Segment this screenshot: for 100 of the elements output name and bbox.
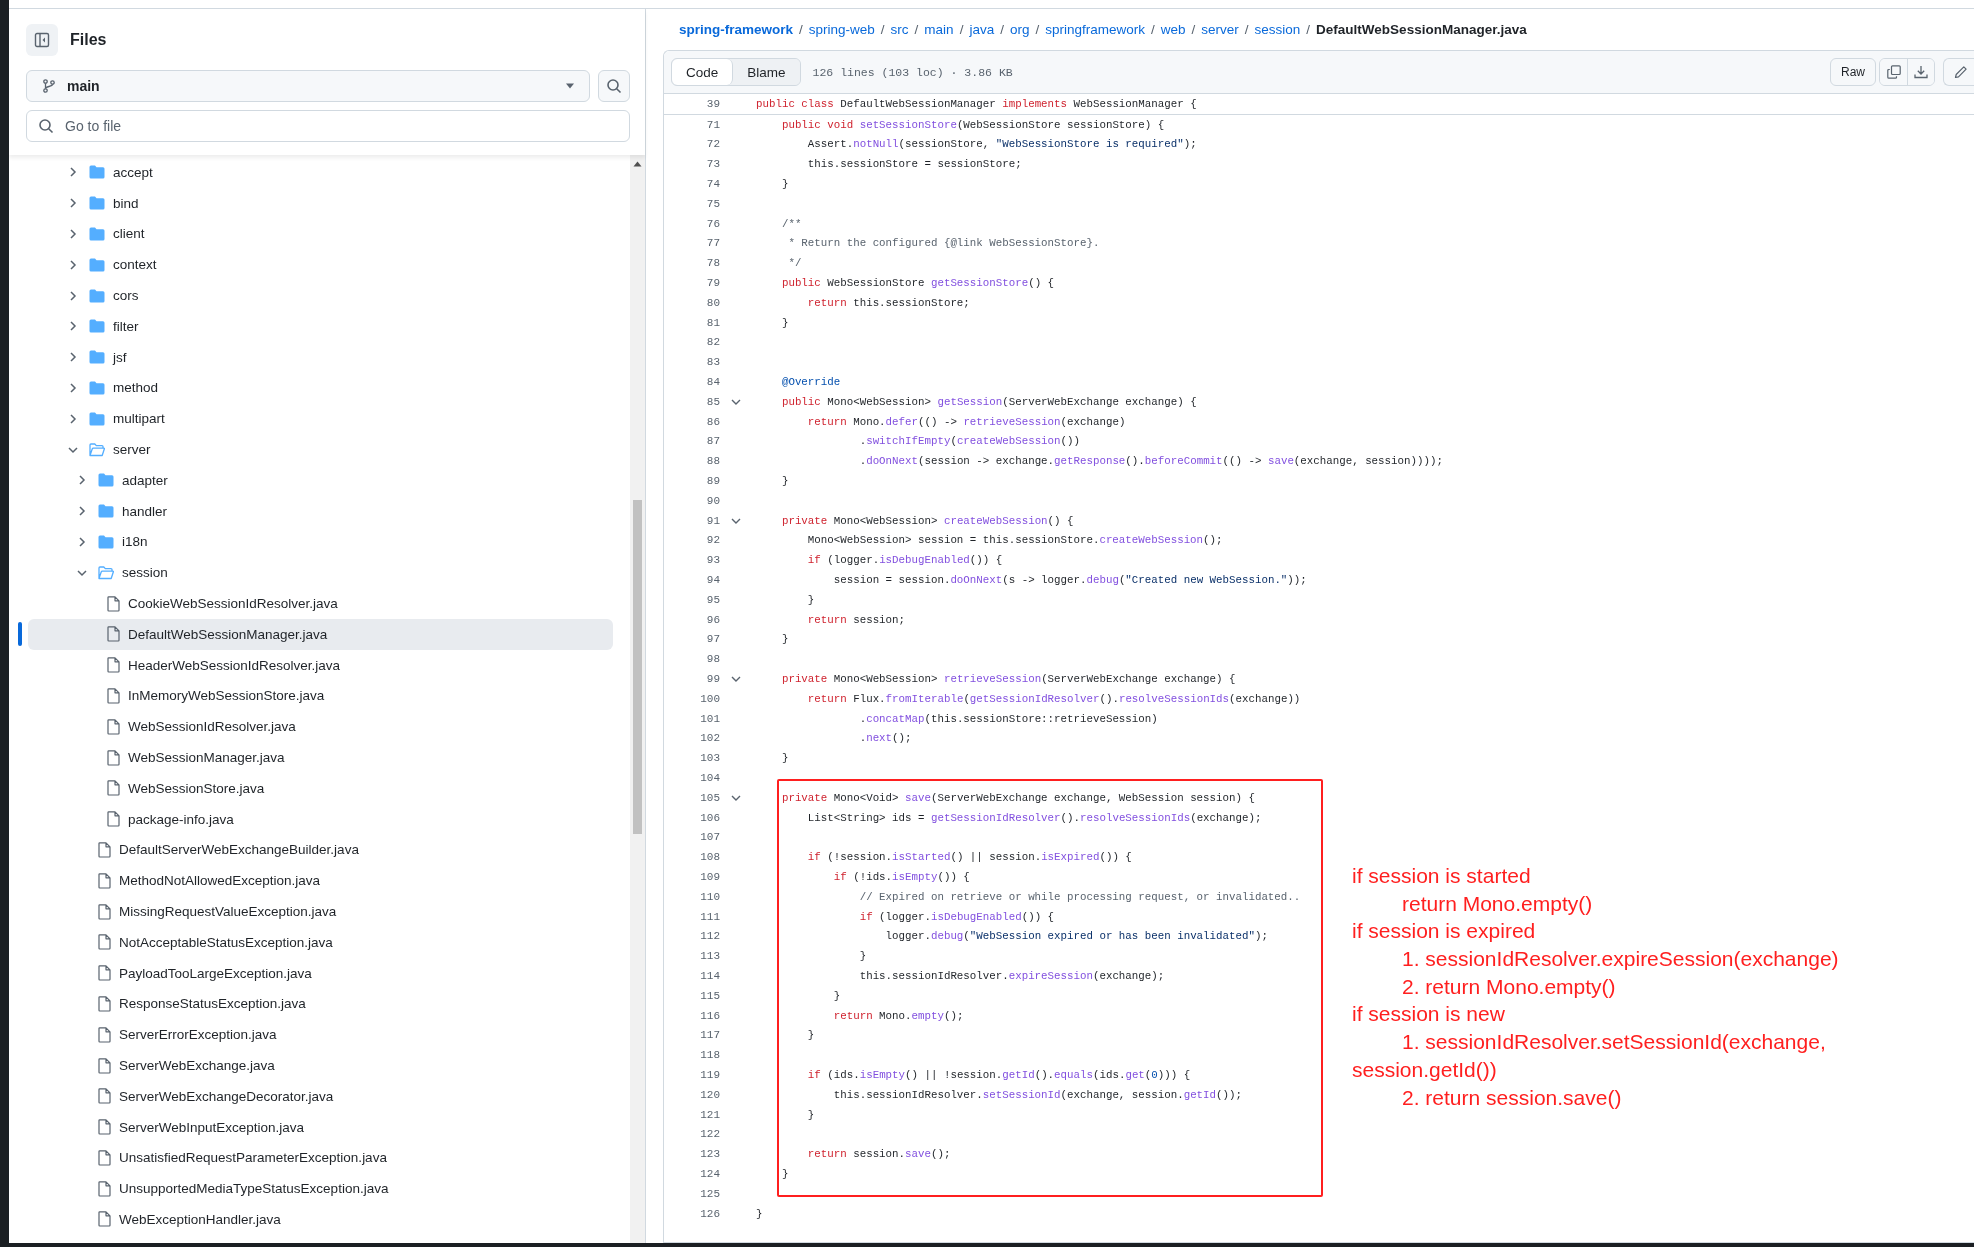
breadcrumb-link[interactable]: main xyxy=(924,22,954,37)
tree-item[interactable]: ServerWebExchangeDecorator.java xyxy=(28,1080,613,1112)
code-line: this.sessionIdResolver.expireSession(exchange); xyxy=(858,969,1165,982)
breadcrumb-link[interactable]: server xyxy=(1201,22,1239,37)
copy-icon xyxy=(1886,65,1901,79)
line-number: 120 xyxy=(699,1088,720,1101)
line-number: 108 xyxy=(699,851,720,864)
line-number: 84 xyxy=(705,376,720,389)
tree-item[interactable]: server xyxy=(28,434,613,465)
code-line: if (!ids.isEmpty()) { xyxy=(832,870,970,883)
tree-item[interactable]: NotAcceptableStatusException.java xyxy=(28,926,613,958)
tree-item[interactable]: cors xyxy=(28,280,613,311)
annotation-note: 1. sessionIdResolver.setSessionId(exchange, session.getId()) xyxy=(1352,1029,1827,1083)
tree-item[interactable]: handler xyxy=(28,495,613,527)
line-number: 95 xyxy=(705,593,720,606)
tree-item[interactable]: multipart xyxy=(28,403,613,435)
code-line: this.sessionIdResolver.setSessionId(exchange, session.getId()); xyxy=(832,1088,1242,1101)
code-line: this.sessionStore = sessionStore; xyxy=(806,158,1022,171)
line-number: 81 xyxy=(705,316,720,329)
tree-item[interactable]: UnsupportedMediaTypeStatusException.java xyxy=(28,1173,613,1205)
file-name[interactable]: DefaultWebSessionManager.java xyxy=(1316,22,1527,37)
tree-item[interactable]: PayloadTooLargeException.java xyxy=(28,957,613,989)
line-number: 112 xyxy=(699,930,720,943)
file-icon xyxy=(107,595,120,612)
raw-button[interactable]: Raw xyxy=(1830,58,1876,86)
branch-selector[interactable]: main xyxy=(26,70,590,102)
tree-item[interactable]: filter xyxy=(28,311,613,342)
code-line: return session; xyxy=(806,613,906,626)
tree-item[interactable]: MethodNotAllowedException.java xyxy=(28,865,613,897)
code-line: } xyxy=(780,475,789,488)
folder-icon xyxy=(89,350,105,365)
file-icon xyxy=(107,626,120,643)
folder-icon xyxy=(89,288,105,303)
breadcrumb-link[interactable]: session xyxy=(1254,22,1301,37)
collapse-sidebar-button[interactable] xyxy=(26,24,58,56)
file-icon xyxy=(98,934,111,951)
breadcrumb-link[interactable]: spring-framework xyxy=(679,22,794,37)
breadcrumb-link[interactable]: web xyxy=(1160,22,1186,37)
path-separator: / xyxy=(799,22,803,37)
scroll-up-icon[interactable] xyxy=(633,161,642,167)
code-line: private Mono<WebSession> createWebSession() { xyxy=(780,514,1074,527)
branch-icon xyxy=(41,78,57,94)
tree-item[interactable]: context xyxy=(28,249,613,281)
tree-item[interactable]: WebSessionIdResolver.java xyxy=(28,711,613,743)
path-separator: / xyxy=(1151,22,1155,37)
tree-item[interactable]: WebSessionManager.java xyxy=(28,742,613,773)
code-line: .concatMap(this.sessionStore::retrieveSession) xyxy=(858,712,1158,725)
tree-item[interactable]: DefaultServerWebExchangeBuilder.java xyxy=(28,834,613,866)
path-separator: / xyxy=(1000,22,1004,37)
line-number: 115 xyxy=(699,989,720,1002)
file-search-field[interactable]: Go to file xyxy=(26,110,630,142)
scrollbar-thumb[interactable] xyxy=(633,500,642,834)
search-button[interactable] xyxy=(598,70,630,102)
edit-button[interactable] xyxy=(1943,58,1974,86)
tree-item[interactable]: ResponseStatusException.java xyxy=(28,988,613,1020)
line-number: 88 xyxy=(705,455,720,468)
tree-item[interactable]: method xyxy=(28,372,613,404)
tree-item[interactable]: client xyxy=(28,218,613,250)
tree-item[interactable]: InMemoryWebSessionStore.java xyxy=(28,680,613,712)
tree-item[interactable]: UnsatisfiedRequestParameterException.java xyxy=(28,1142,613,1174)
breadcrumb-link[interactable]: spring-web xyxy=(808,22,875,37)
tree-item[interactable]: HeaderWebSessionIdResolver.java xyxy=(28,649,613,681)
line-number: 83 xyxy=(705,356,720,369)
line-number: 77 xyxy=(705,237,720,250)
tree-item[interactable]: i18n xyxy=(28,526,613,558)
tree-item[interactable]: jsf xyxy=(28,341,613,373)
line-number: 117 xyxy=(699,1029,720,1042)
path-separator: / xyxy=(1306,22,1311,37)
tree-item[interactable]: package-info.java xyxy=(28,803,613,835)
tree-item[interactable]: session xyxy=(28,557,613,589)
code-line: return Mono.defer(() -> retrieveSession(exchange) xyxy=(806,415,1126,428)
breadcrumb-link[interactable]: src xyxy=(890,22,909,37)
file-info: 126 lines (103 loc) · 3.86 KB xyxy=(812,65,1013,79)
breadcrumb-link[interactable]: springframework xyxy=(1045,22,1145,37)
tree-item[interactable]: ServerWebExchange.java xyxy=(28,1050,613,1081)
annotation-note: return Mono.empty() xyxy=(1401,890,1594,917)
line-number: 101 xyxy=(699,712,720,725)
tree-item[interactable]: bind xyxy=(28,187,613,219)
line-number: 123 xyxy=(699,1148,720,1161)
tree-item[interactable]: CookieWebSessionIdResolver.java xyxy=(28,588,613,619)
tree-item[interactable]: DefaultWebSessionManager.java xyxy=(28,618,613,650)
view-tab[interactable]: Code xyxy=(672,59,734,85)
download-button[interactable] xyxy=(1907,59,1934,85)
tree-item[interactable]: adapter xyxy=(28,464,613,496)
breadcrumb-link[interactable]: java xyxy=(969,22,995,37)
breadcrumb-link[interactable]: org xyxy=(1009,22,1030,37)
tree-item[interactable]: WebExceptionHandler.java xyxy=(28,1204,613,1235)
tree-item[interactable]: accept xyxy=(28,157,613,188)
tree-item[interactable]: ServerWebInputException.java xyxy=(28,1111,613,1143)
code-line: List<String> ids = getSessionIdResolver().resolveSessionIds(exchange); xyxy=(806,811,1262,824)
code-line: } xyxy=(780,1167,789,1180)
code-line: // Expired on retrieve or while processing request, or invalidated.. xyxy=(858,890,1301,903)
tree-item[interactable]: MissingRequestValueException.java xyxy=(28,896,613,927)
code-line: } xyxy=(806,1108,815,1121)
file-icon xyxy=(107,687,120,704)
pencil-icon xyxy=(1954,65,1968,79)
tree-item[interactable]: ServerErrorException.java xyxy=(28,1019,613,1051)
tree-item[interactable]: WebSessionStore.java xyxy=(28,772,613,804)
line-number: 71 xyxy=(705,118,720,131)
code-line: } xyxy=(780,752,789,765)
